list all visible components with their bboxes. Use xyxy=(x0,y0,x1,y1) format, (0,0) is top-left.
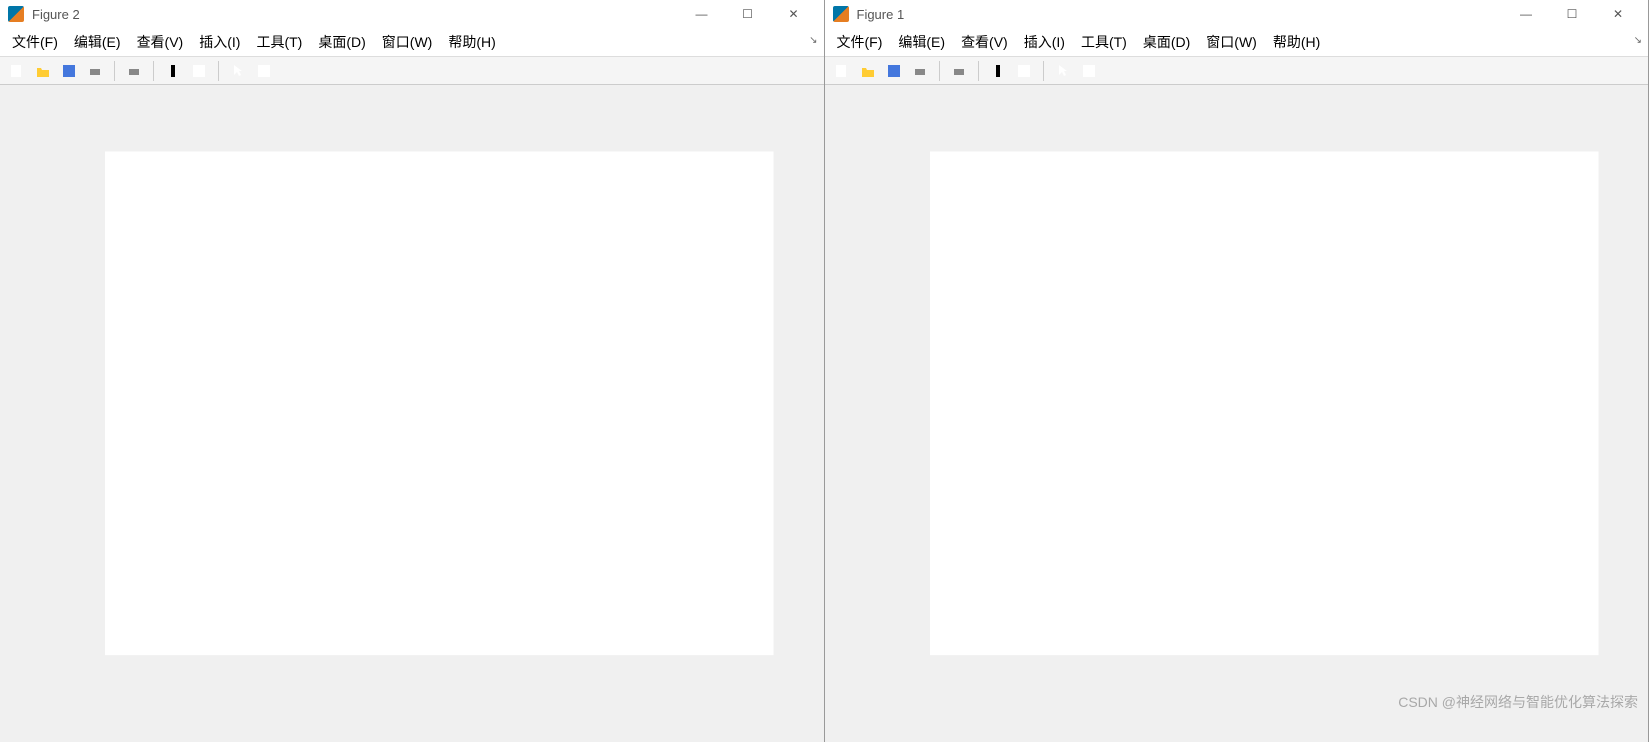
colorbar-button[interactable] xyxy=(987,60,1009,82)
menu-edit[interactable]: 编辑(E) xyxy=(890,28,953,56)
watermark: CSDN @神经网络与智能优化算法探索 xyxy=(1398,692,1638,712)
maximize-button[interactable]: ☐ xyxy=(1550,0,1594,28)
menubar-overflow-icon[interactable]: ↘ xyxy=(1634,35,1642,46)
data-tip-button[interactable] xyxy=(1078,60,1100,82)
titlebar[interactable]: Figure 1 — ☐ ✕ xyxy=(825,0,1649,29)
figure-window-1: Figure 1 — ☐ ✕ 文件(F) 编辑(E) 查看(V) 插入(I) 工… xyxy=(825,0,1649,742)
save-button[interactable] xyxy=(883,60,905,82)
save-button[interactable] xyxy=(58,60,80,82)
plot-area[interactable]: 02040608010012011.21.41.61.822.22.42.62.… xyxy=(825,85,1649,742)
menu-view[interactable]: 查看(V) xyxy=(129,28,192,56)
toolbar xyxy=(0,57,824,86)
menu-desktop[interactable]: 桌面(D) xyxy=(1135,28,1198,56)
menubar: 文件(F) 编辑(E) 查看(V) 插入(I) 工具(T) 桌面(D) 窗口(W… xyxy=(0,29,824,57)
menu-file[interactable]: 文件(F) xyxy=(829,28,891,56)
minimize-button[interactable]: — xyxy=(1504,0,1548,28)
close-button[interactable]: ✕ xyxy=(772,0,816,28)
chart-train[interactable]: 02040608010012011.21.41.61.822.22.42.62.… xyxy=(875,95,1619,712)
matlab-icon xyxy=(833,6,849,22)
menu-insert[interactable]: 插入(I) xyxy=(191,28,248,56)
menu-window[interactable]: 窗口(W) xyxy=(1198,28,1265,56)
print-button[interactable] xyxy=(909,60,931,82)
maximize-button[interactable]: ☐ xyxy=(726,0,770,28)
titlebar[interactable]: Figure 2 — ☐ ✕ xyxy=(0,0,824,29)
menu-tools[interactable]: 工具(T) xyxy=(248,28,310,56)
toolbar xyxy=(825,57,1649,86)
print-button[interactable] xyxy=(84,60,106,82)
minimize-button[interactable]: — xyxy=(680,0,724,28)
open-button[interactable] xyxy=(857,60,879,82)
new-button[interactable] xyxy=(831,60,853,82)
pointer-button[interactable] xyxy=(227,60,249,82)
plot-area[interactable]: 05101520253035404511.21.41.61.822.22.42.… xyxy=(0,85,824,742)
colorbar-button[interactable] xyxy=(162,60,184,82)
pointer-button[interactable] xyxy=(1052,60,1074,82)
window-title: Figure 1 xyxy=(857,7,1505,22)
print-fig-button[interactable] xyxy=(123,60,145,82)
menu-insert[interactable]: 插入(I) xyxy=(1016,28,1073,56)
menubar: 文件(F) 编辑(E) 查看(V) 插入(I) 工具(T) 桌面(D) 窗口(W… xyxy=(825,29,1649,57)
legend-button[interactable] xyxy=(188,60,210,82)
open-button[interactable] xyxy=(32,60,54,82)
close-button[interactable]: ✕ xyxy=(1596,0,1640,28)
legend-button[interactable] xyxy=(1013,60,1035,82)
matlab-icon xyxy=(8,6,24,22)
data-tip-button[interactable] xyxy=(253,60,275,82)
window-title: Figure 2 xyxy=(32,7,680,22)
menu-help[interactable]: 帮助(H) xyxy=(1265,28,1328,56)
menu-edit[interactable]: 编辑(E) xyxy=(66,28,129,56)
menubar-overflow-icon[interactable]: ↘ xyxy=(809,35,817,46)
chart-test[interactable]: 05101520253035404511.21.41.61.822.22.42.… xyxy=(50,95,794,712)
menu-view[interactable]: 查看(V) xyxy=(953,28,1016,56)
menu-help[interactable]: 帮助(H) xyxy=(440,28,503,56)
menu-desktop[interactable]: 桌面(D) xyxy=(310,28,373,56)
menu-tools[interactable]: 工具(T) xyxy=(1073,28,1135,56)
figure-window-2: Figure 2 — ☐ ✕ 文件(F) 编辑(E) 查看(V) 插入(I) 工… xyxy=(0,0,825,742)
new-button[interactable] xyxy=(6,60,28,82)
menu-window[interactable]: 窗口(W) xyxy=(374,28,441,56)
print-fig-button[interactable] xyxy=(948,60,970,82)
menu-file[interactable]: 文件(F) xyxy=(4,28,66,56)
